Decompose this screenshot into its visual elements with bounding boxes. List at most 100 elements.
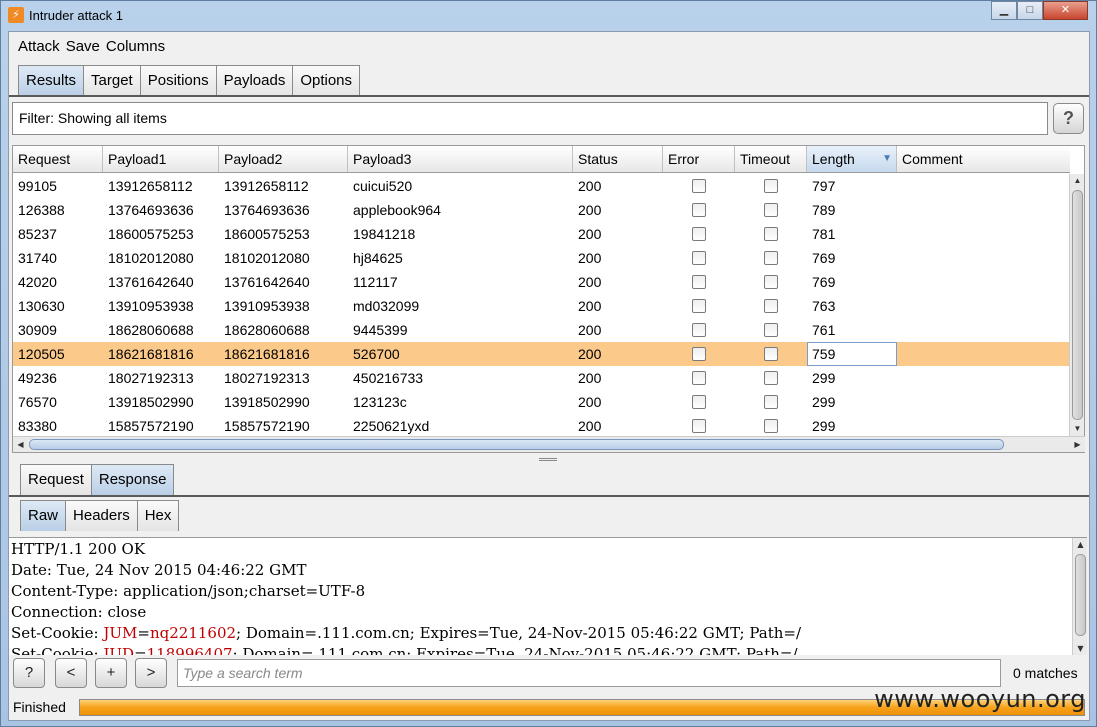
table-row[interactable]: 83380 15857572190 15857572190 2250621yxd 200…: [13, 414, 1070, 436]
maximize-button[interactable]: □: [1017, 1, 1043, 20]
table-row[interactable]: 126388 13764693636 13764693636 applebook964…: [13, 198, 1070, 222]
search-input[interactable]: Type a search term: [177, 659, 1001, 687]
menu-save[interactable]: Save: [66, 38, 100, 55]
column-payload1[interactable]: Payload1: [103, 146, 219, 172]
cell-payload2: 13761642640: [224, 274, 310, 290]
tab-raw[interactable]: Raw: [20, 500, 67, 531]
cell-request: 85237: [18, 226, 57, 242]
timeout-checkbox[interactable]: [764, 371, 778, 385]
table-vertical-scrollbar[interactable]: ▲ ▼: [1069, 174, 1084, 436]
scroll-down-icon[interactable]: ▼: [1073, 642, 1087, 655]
cell-length: 299: [812, 394, 836, 410]
table-row[interactable]: 76570 13918502990 13918502990 123123c 200 299: [13, 390, 1070, 414]
table-vscroll-thumb[interactable]: [1072, 190, 1083, 420]
menu-attack[interactable]: Attack: [18, 38, 60, 55]
column-payload2[interactable]: Payload2: [219, 146, 348, 172]
search-previous-button[interactable]: <: [55, 658, 87, 688]
scroll-left-icon[interactable]: ◀: [13, 438, 28, 452]
cell-length: 769: [812, 250, 836, 266]
tab-hex[interactable]: Hex: [136, 500, 180, 531]
error-checkbox[interactable]: [692, 419, 706, 433]
timeout-checkbox[interactable]: [764, 323, 778, 337]
results-table: Request Payload1 Payload2 Payload3 Statu…: [12, 145, 1085, 453]
timeout-checkbox[interactable]: [764, 347, 778, 361]
cell-payload2: 13912658112: [224, 178, 309, 194]
table-row[interactable]: 85237 18600575253 18600575253 19841218 200 78…: [13, 222, 1070, 246]
scroll-down-icon[interactable]: ▼: [1070, 422, 1085, 436]
search-add-button[interactable]: +: [95, 658, 127, 688]
cell-payload3: applebook964: [353, 202, 441, 218]
response-vscroll-thumb[interactable]: [1075, 554, 1086, 636]
error-checkbox[interactable]: [692, 347, 706, 361]
timeout-checkbox[interactable]: [764, 203, 778, 217]
response-connection-header: Connection: close: [11, 603, 147, 621]
tab-headers[interactable]: Headers: [65, 500, 138, 531]
table-row[interactable]: 31740 18102012080 18102012080 hj84625 200 769: [13, 246, 1070, 270]
timeout-checkbox[interactable]: [764, 395, 778, 409]
column-error[interactable]: Error: [663, 146, 735, 172]
response-raw-view[interactable]: HTTP/1.1 200 OK Date: Tue, 24 Nov 2015 0…: [9, 537, 1087, 655]
timeout-checkbox[interactable]: [764, 179, 778, 193]
tab-results[interactable]: Results: [18, 65, 85, 96]
column-status[interactable]: Status: [573, 146, 663, 172]
tab-request[interactable]: Request: [20, 464, 92, 495]
table-row[interactable]: 99105 13912658112 13912658112 cuicui520 200 7…: [13, 174, 1070, 198]
table-hscroll-thumb[interactable]: [29, 439, 1004, 450]
cell-payload3: hj84625: [353, 250, 403, 266]
error-checkbox[interactable]: [692, 179, 706, 193]
cell-request: 99105: [18, 178, 57, 194]
timeout-checkbox[interactable]: [764, 227, 778, 241]
column-comment[interactable]: Comment: [897, 146, 1070, 172]
error-checkbox[interactable]: [692, 371, 706, 385]
response-vertical-scrollbar[interactable]: ▲ ▼: [1072, 538, 1087, 655]
tab-options[interactable]: Options: [292, 65, 361, 96]
column-request[interactable]: Request: [13, 146, 103, 172]
tab-target[interactable]: Target: [83, 65, 141, 96]
filter-bar[interactable]: Filter: Showing all items: [12, 102, 1048, 135]
timeout-checkbox[interactable]: [764, 275, 778, 289]
tab-response[interactable]: Response: [90, 464, 175, 495]
timeout-checkbox[interactable]: [764, 251, 778, 265]
split-pane-divider-icon[interactable]: [539, 458, 557, 461]
column-timeout[interactable]: Timeout: [735, 146, 807, 172]
cell-payload2: 18600575253: [224, 226, 310, 242]
tab-positions[interactable]: Positions: [139, 65, 217, 96]
table-row[interactable]: 130630 13910953938 13910953938 md032099 200 7…: [13, 294, 1070, 318]
title-bar[interactable]: ⚡ Intruder attack 1 ▁ □ ✕: [1, 1, 1096, 31]
search-next-button[interactable]: >: [135, 658, 167, 688]
cell-payload3: cuicui520: [353, 178, 413, 194]
search-help-button[interactable]: ?: [13, 658, 45, 688]
scroll-up-icon[interactable]: ▲: [1073, 538, 1087, 552]
cell-comment: [897, 414, 902, 436]
tab-payloads[interactable]: Payloads: [215, 65, 294, 96]
cell-request: 49236: [18, 370, 57, 386]
minimize-button[interactable]: ▁: [991, 1, 1017, 20]
scroll-up-icon[interactable]: ▲: [1070, 174, 1085, 188]
error-checkbox[interactable]: [692, 275, 706, 289]
menu-columns[interactable]: Columns: [106, 38, 165, 55]
table-row[interactable]: 42020 13761642640 13761642640 112117 200 769: [13, 270, 1070, 294]
cell-payload2: 13918502990: [224, 394, 310, 410]
cell-payload2: 18027192313: [224, 370, 310, 386]
column-payload3[interactable]: Payload3: [348, 146, 573, 172]
error-checkbox[interactable]: [692, 227, 706, 241]
error-checkbox[interactable]: [692, 299, 706, 313]
error-checkbox[interactable]: [692, 203, 706, 217]
error-checkbox[interactable]: [692, 395, 706, 409]
cell-request: 76570: [18, 394, 57, 410]
scroll-right-icon[interactable]: ▶: [1070, 438, 1085, 452]
error-checkbox[interactable]: [692, 323, 706, 337]
filter-help-button[interactable]: ?: [1053, 103, 1084, 134]
timeout-checkbox[interactable]: [764, 419, 778, 433]
cell-payload2: 15857572190: [224, 418, 310, 434]
table-row[interactable]: 30909 18628060688 18628060688 9445399 200 761: [13, 318, 1070, 342]
table-horizontal-scrollbar[interactable]: ◀ ▶: [13, 436, 1085, 452]
column-length[interactable]: Length ▼: [807, 146, 897, 172]
error-checkbox[interactable]: [692, 251, 706, 265]
table-row[interactable]: 120505 18621681816 18621681816 526700 200 759: [13, 342, 1070, 366]
cell-payload1: 18628060688: [108, 322, 194, 338]
close-button[interactable]: ✕: [1043, 1, 1088, 20]
timeout-checkbox[interactable]: [764, 299, 778, 313]
attack-status-text: Finished: [13, 699, 66, 715]
table-row[interactable]: 49236 18027192313 18027192313 450216733 200 2…: [13, 366, 1070, 390]
